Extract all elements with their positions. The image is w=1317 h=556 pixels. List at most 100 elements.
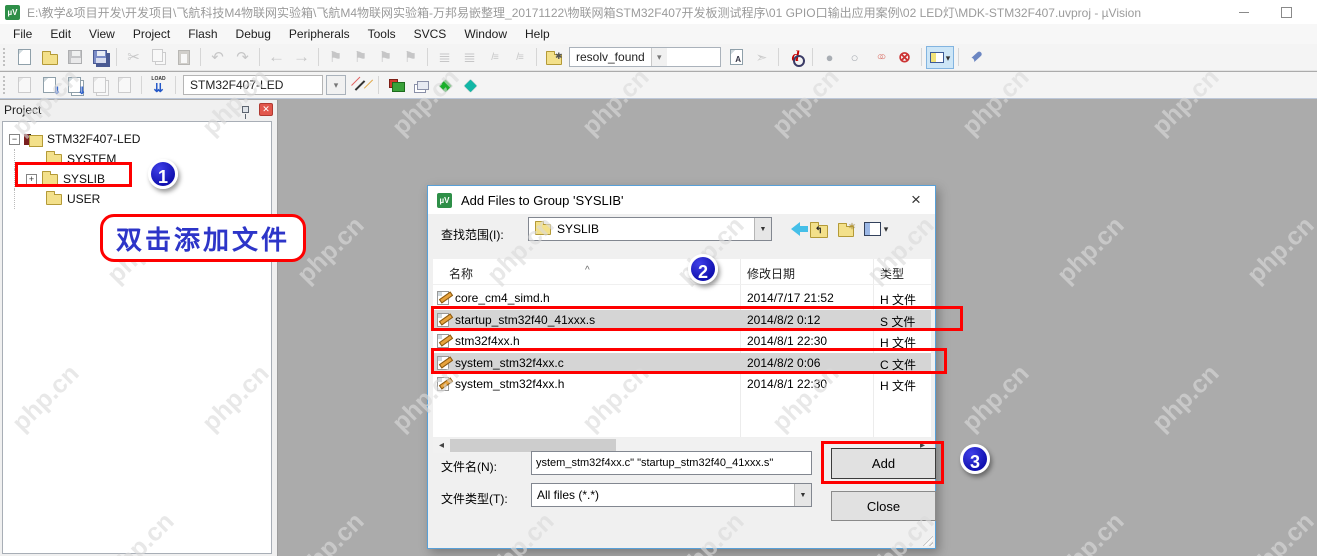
find-in-files-icon[interactable] bbox=[542, 46, 565, 69]
chevron-down-icon[interactable] bbox=[946, 48, 951, 66]
chevron-down-icon[interactable] bbox=[754, 218, 771, 240]
uvision-app-icon bbox=[5, 4, 20, 20]
undo-icon[interactable] bbox=[206, 46, 229, 69]
breakpoint-insert-icon[interactable] bbox=[818, 46, 841, 69]
column-header-date[interactable]: 修改日期 bbox=[747, 265, 795, 282]
back-icon[interactable] bbox=[781, 219, 808, 239]
menu-item-help[interactable]: Help bbox=[516, 24, 559, 44]
resize-grip[interactable] bbox=[920, 533, 933, 546]
column-header-type[interactable]: 类型 bbox=[880, 265, 904, 282]
menu-item-svcs[interactable]: SVCS bbox=[405, 24, 456, 44]
find-next-icon[interactable] bbox=[725, 46, 748, 69]
find-text-combobox[interactable]: resolv_found bbox=[569, 47, 721, 67]
comment-icon[interactable] bbox=[483, 46, 506, 69]
menu-item-debug[interactable]: Debug bbox=[227, 24, 280, 44]
debug-layout-button[interactable] bbox=[926, 45, 954, 69]
close-panel-icon[interactable] bbox=[259, 103, 273, 116]
watermark-text: php.cn bbox=[1241, 507, 1317, 556]
cut-icon[interactable] bbox=[122, 46, 145, 69]
toolbar-grip[interactable] bbox=[3, 48, 8, 66]
menu-item-file[interactable]: File bbox=[4, 24, 41, 44]
save-all-icon[interactable] bbox=[88, 46, 111, 69]
annotation-badge-2: 2 bbox=[688, 254, 718, 284]
look-in-combobox[interactable]: SYSLIB bbox=[528, 217, 772, 241]
expand-icon[interactable] bbox=[26, 173, 37, 185]
dialog-title-bar[interactable]: Add Files to Group 'SYSLIB' bbox=[428, 186, 935, 214]
look-in-value: SYSLIB bbox=[557, 222, 600, 236]
tree-item-target[interactable]: STM32F407-LED bbox=[3, 129, 271, 149]
breakpoint-enable-icon[interactable] bbox=[843, 46, 866, 69]
file-type-combobox[interactable]: All files (*.*) bbox=[531, 483, 812, 507]
breakpoint-disable-all-icon[interactable] bbox=[868, 46, 891, 69]
bookmark-toggle-icon[interactable] bbox=[324, 46, 347, 69]
collapse-icon[interactable] bbox=[9, 133, 20, 145]
minimize-button[interactable] bbox=[1227, 0, 1261, 24]
menu-item-edit[interactable]: Edit bbox=[41, 24, 80, 44]
unindent-icon[interactable] bbox=[433, 46, 456, 69]
manage-books-icon[interactable] bbox=[409, 74, 432, 97]
stop-build-icon[interactable] bbox=[113, 74, 136, 97]
file-row[interactable]: startup_stm32f40_41xxx.s 2014/8/2 0:12 S 文… bbox=[433, 309, 931, 331]
manage-components-icon[interactable] bbox=[384, 74, 407, 97]
chevron-down-icon[interactable] bbox=[650, 48, 667, 66]
watermark-text: php.cn bbox=[1241, 211, 1317, 290]
configuration-wrench-icon[interactable] bbox=[964, 46, 987, 69]
paste-icon[interactable] bbox=[172, 46, 195, 69]
translate-file-icon[interactable] bbox=[13, 74, 36, 97]
menu-item-window[interactable]: Window bbox=[455, 24, 516, 44]
close-button[interactable]: Close bbox=[831, 491, 936, 521]
tree-item-system[interactable]: SYSTEM bbox=[3, 149, 271, 169]
new-file-icon[interactable] bbox=[13, 46, 36, 69]
bookmark-clear-icon[interactable] bbox=[399, 46, 422, 69]
menu-item-project[interactable]: Project bbox=[124, 24, 179, 44]
new-folder-icon[interactable] bbox=[835, 219, 857, 239]
build-target-icon[interactable] bbox=[38, 74, 61, 97]
uncomment-icon[interactable] bbox=[508, 46, 531, 69]
menu-item-peripherals[interactable]: Peripherals bbox=[280, 24, 359, 44]
target-select-value: STM32F407-LED bbox=[190, 78, 284, 92]
toolbar-grip[interactable] bbox=[3, 76, 8, 94]
file-name-input[interactable]: ystem_stm32f4xx.c" "startup_stm32f40_41x… bbox=[531, 451, 812, 475]
redo-icon[interactable] bbox=[231, 46, 254, 69]
chevron-down-icon[interactable] bbox=[794, 484, 811, 506]
file-row[interactable]: stm32f4xx.h 2014/8/1 22:30 H 文件 bbox=[433, 331, 931, 352]
breakpoint-kill-all-icon[interactable] bbox=[893, 46, 916, 69]
add-button[interactable]: Add bbox=[831, 448, 936, 479]
maximize-button[interactable] bbox=[1269, 0, 1303, 24]
column-header-name[interactable]: 名称 bbox=[449, 265, 473, 282]
batch-build-icon[interactable] bbox=[88, 74, 111, 97]
dialog-close-icon[interactable] bbox=[897, 186, 935, 214]
target-select[interactable]: STM32F407-LED bbox=[183, 75, 323, 95]
file-row[interactable]: system_stm32f4xx.c 2014/8/2 0:06 C 文件 bbox=[433, 352, 931, 374]
up-one-level-icon[interactable] bbox=[808, 219, 830, 239]
config-flash-tools-icon[interactable] bbox=[459, 74, 482, 97]
file-row[interactable]: system_stm32f4xx.h 2014/8/1 22:30 H 文件 bbox=[433, 374, 931, 395]
tree-item-syslib[interactable]: SYSLIB bbox=[3, 169, 271, 189]
bookmark-next-icon[interactable] bbox=[374, 46, 397, 69]
tree-item-user[interactable]: USER bbox=[3, 189, 271, 209]
file-type: S 文件 bbox=[880, 314, 916, 329]
view-menu-dropdown-icon[interactable] bbox=[880, 219, 892, 239]
bookmark-prev-icon[interactable] bbox=[349, 46, 372, 69]
copy-icon[interactable] bbox=[147, 46, 170, 69]
navigate-forward-icon[interactable] bbox=[290, 46, 313, 69]
file-row[interactable]: core_cm4_simd.h 2014/7/17 21:52 H 文件 bbox=[433, 288, 931, 309]
scroll-left-icon[interactable] bbox=[433, 438, 450, 453]
menu-item-flash[interactable]: Flash bbox=[179, 24, 226, 44]
open-folder-icon[interactable] bbox=[38, 46, 61, 69]
download-load-icon[interactable] bbox=[147, 74, 170, 97]
goto-reference-icon[interactable] bbox=[750, 46, 773, 69]
start-debug-session-icon[interactable] bbox=[784, 46, 807, 69]
insert-sequence-icon[interactable] bbox=[434, 74, 457, 97]
project-panel-header: Project bbox=[0, 100, 277, 119]
menu-item-tools[interactable]: Tools bbox=[359, 24, 405, 44]
pin-icon[interactable] bbox=[242, 106, 249, 119]
file-name-label: 文件名(N): bbox=[441, 460, 497, 474]
indent-icon[interactable] bbox=[458, 46, 481, 69]
target-options-wand-icon[interactable] bbox=[350, 74, 373, 97]
navigate-back-icon[interactable] bbox=[265, 46, 288, 69]
save-icon[interactable] bbox=[63, 46, 86, 69]
rebuild-all-icon[interactable] bbox=[63, 74, 86, 97]
target-select-dropdown-icon[interactable] bbox=[326, 75, 346, 95]
menu-item-view[interactable]: View bbox=[80, 24, 124, 44]
